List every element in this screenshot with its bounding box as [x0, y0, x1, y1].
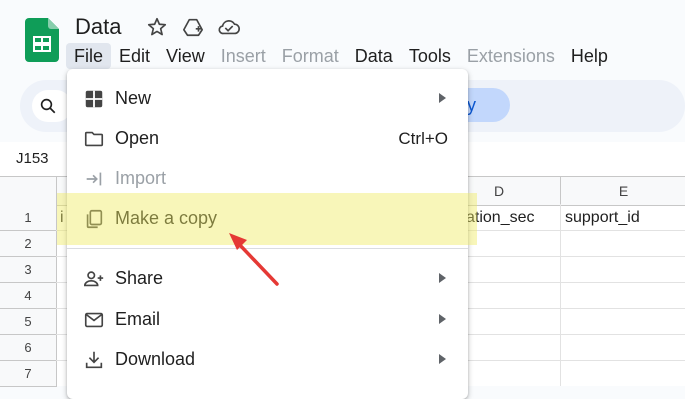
move-to-drive-icon[interactable]	[181, 15, 205, 39]
menu-item-share-label: Share	[115, 268, 164, 288]
menu-file[interactable]: File	[66, 43, 112, 69]
star-icon[interactable]	[145, 15, 169, 39]
menu-item-email-label: Email	[115, 309, 161, 329]
menu-view[interactable]: View	[158, 43, 213, 69]
menu-help[interactable]: Help	[563, 43, 616, 69]
menu-item-new-label: New	[115, 88, 152, 108]
row-header-7[interactable]: 7	[0, 361, 57, 387]
menu-item-email[interactable]: Email	[67, 300, 468, 340]
download-icon	[83, 349, 105, 371]
row-header-6[interactable]: 6	[0, 335, 57, 361]
grid-plus-icon	[83, 88, 105, 110]
row-header-5[interactable]: 5	[0, 309, 57, 335]
submenu-arrow-icon	[439, 354, 446, 364]
menu-edit[interactable]: Edit	[111, 43, 158, 69]
name-box[interactable]: J153	[0, 142, 60, 175]
row-header-4[interactable]: 4	[0, 283, 57, 309]
menu-item-download-label: Download	[115, 349, 196, 369]
submenu-arrow-icon	[439, 314, 446, 324]
menu-insert[interactable]: Insert	[213, 43, 274, 69]
menu-item-download[interactable]: Download	[67, 340, 468, 380]
row-header-1[interactable]: 1	[0, 205, 57, 231]
menu-format[interactable]: Format	[274, 43, 347, 69]
menu-extensions[interactable]: Extensions	[459, 43, 563, 69]
search-icon	[40, 98, 56, 114]
search-menus-button[interactable]	[32, 90, 72, 122]
cloud-status-icon[interactable]	[217, 15, 241, 39]
menu-item-new[interactable]: New	[67, 79, 468, 119]
import-arrow-icon	[83, 168, 105, 190]
menu-bar: File Edit View Insert Format Data Tools …	[66, 43, 616, 69]
mail-icon	[83, 309, 105, 331]
person-add-icon	[83, 268, 105, 290]
column-header-e[interactable]: E	[560, 177, 685, 205]
sheets-logo-icon[interactable]	[25, 18, 59, 62]
menu-item-open-shortcut: Ctrl+O	[398, 129, 448, 148]
menu-item-import-label: Import	[115, 168, 167, 188]
row-header-2[interactable]: 2	[0, 231, 57, 257]
menu-item-open-label: Open	[115, 128, 160, 148]
cell-e1[interactable]: support_id	[565, 206, 640, 230]
submenu-arrow-icon	[439, 93, 446, 103]
pointer-arrow-icon	[229, 233, 279, 286]
submenu-arrow-icon	[439, 273, 446, 283]
menu-tools[interactable]: Tools	[401, 43, 459, 69]
row-header-3[interactable]: 3	[0, 257, 57, 283]
document-title[interactable]: Data	[75, 14, 121, 40]
menu-item-open[interactable]: Open Ctrl+O	[67, 119, 468, 159]
folder-icon	[83, 128, 105, 150]
menu-data[interactable]: Data	[347, 43, 401, 69]
name-box-value: J153	[16, 150, 49, 167]
